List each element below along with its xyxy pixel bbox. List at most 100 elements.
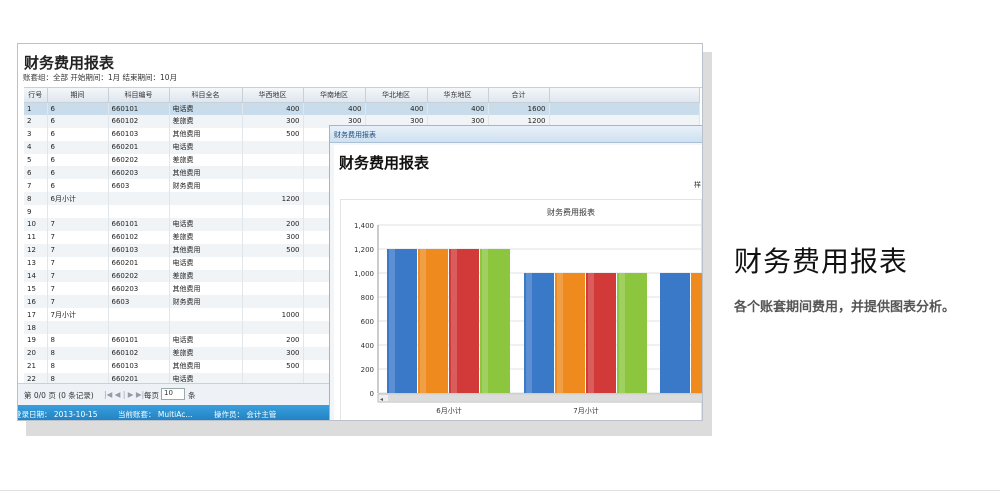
table-cell: 1	[24, 102, 48, 115]
table-cell	[242, 321, 304, 335]
chart-bar-highlight	[420, 249, 426, 393]
table-cell: 660102	[108, 346, 170, 360]
column-header[interactable]: 科目全名	[169, 88, 243, 103]
bottom-divider	[0, 490, 1000, 491]
table-cell: 300	[242, 230, 304, 244]
table-cell: 8	[47, 372, 109, 383]
chart-bar-highlight	[588, 273, 594, 393]
table-cell: 其他费用	[169, 127, 243, 141]
table-cell: 6	[47, 166, 109, 180]
table-cell: 660103	[108, 243, 170, 257]
table-cell: 12	[24, 243, 48, 257]
table-cell: 400	[303, 102, 366, 115]
table-cell: 7月小计	[47, 308, 109, 322]
y-tick-label: 1,400	[354, 222, 374, 230]
status-login-date: 登录日期： 2013-10-15	[17, 410, 98, 419]
table-cell: 6	[24, 166, 48, 180]
table-cell: 差旅费	[169, 346, 243, 360]
column-header[interactable]: 华西地区	[242, 88, 304, 103]
column-header[interactable]: 行号	[24, 88, 48, 103]
table-cell: 660203	[108, 282, 170, 296]
table-cell: 6	[47, 102, 109, 115]
table-cell: 其他费用	[169, 359, 243, 373]
chart-bar-highlight	[451, 249, 457, 393]
table-cell	[169, 205, 243, 219]
table-cell: 500	[242, 127, 304, 141]
table-row[interactable]: 1 6 660101 电话费 400 400 400 400 1600	[24, 102, 700, 115]
table-cell: 17	[24, 308, 48, 322]
column-header[interactable]: 华南地区	[303, 88, 366, 103]
table-cell: 11	[24, 230, 48, 244]
table-cell: 20	[24, 346, 48, 360]
table-cell: 300	[242, 114, 304, 128]
table-cell	[47, 205, 109, 219]
table-cell: 660103	[108, 127, 170, 141]
column-header[interactable]: 合计	[488, 88, 550, 103]
table-cell: 200	[242, 218, 304, 231]
table-cell: 6	[47, 179, 109, 193]
table-cell: 8	[24, 192, 48, 206]
table-cell: 电话费	[169, 334, 243, 347]
column-header[interactable]: 华东地区	[427, 88, 489, 103]
column-header[interactable]: 华北地区	[365, 88, 428, 103]
table-cell: 电话费	[169, 140, 243, 154]
per-page-label: 每页	[144, 391, 159, 400]
y-tick-label: 600	[361, 318, 374, 326]
table-cell	[108, 308, 170, 322]
pager-nav-buttons[interactable]: |◀ ◀ | ▶ ▶|	[104, 390, 144, 399]
table-cell: 9	[24, 205, 48, 219]
table-cell: 财务费用	[169, 295, 243, 309]
popup-title: 财务费用报表	[339, 154, 430, 172]
table-cell: 差旅费	[169, 153, 243, 167]
table-cell: 200	[242, 334, 304, 347]
promo-title: 财务费用报表	[734, 245, 909, 278]
chart-bar-clipped	[691, 273, 702, 393]
table-cell: 电话费	[169, 102, 243, 115]
table-cell: 8	[47, 346, 109, 360]
popup-titlebar[interactable]: 财务费用报表	[330, 126, 702, 143]
table-cell: 1600	[488, 102, 550, 115]
table-cell: 6	[47, 114, 109, 128]
table-cell: 660102	[108, 230, 170, 244]
table-cell	[169, 308, 243, 322]
per-page-input[interactable]: 10	[161, 388, 185, 400]
popup-truncated-text: 样	[694, 181, 701, 189]
table-cell: 7	[47, 282, 109, 296]
table-cell: 660201	[108, 372, 170, 383]
table-cell	[47, 321, 109, 335]
chart-panel: 财务费用报表 0 200 400 600 800 1,000 1,200 1,400 6月小计 7月…	[340, 199, 702, 420]
table-cell	[108, 192, 170, 206]
table-cell: 5	[24, 153, 48, 167]
table-cell	[169, 192, 243, 206]
table-cell: 500	[242, 359, 304, 373]
popup-body: 财务费用报表 样 财务费用报表 0 200 400 600 800 1,000 1,200 1,…	[334, 145, 702, 420]
chart-bar-clipped	[660, 273, 690, 393]
chart-bar-highlight	[557, 273, 563, 393]
report-subtitle: 账套组：全部 开始期间：1月 结束期间：10月	[23, 73, 178, 82]
bar-chart: 财务费用报表 0 200 400 600 800 1,000 1,200 1,400 6月小计 7月…	[354, 207, 702, 415]
chart-bar-highlight	[526, 273, 532, 393]
table-cell: 6	[47, 127, 109, 141]
table-cell: 6	[47, 153, 109, 167]
table-cell: 差旅费	[169, 114, 243, 128]
table-cell: 1000	[242, 308, 304, 322]
status-account: 当前账套： MultiAc...	[118, 410, 193, 419]
table-cell: 660102	[108, 114, 170, 128]
table-cell: 660101	[108, 334, 170, 347]
table-cell: 400	[242, 102, 304, 115]
table-cell: 21	[24, 359, 48, 373]
table-cell	[242, 295, 304, 309]
column-header[interactable]: 科目编号	[108, 88, 170, 103]
column-header-filler	[549, 88, 700, 103]
table-cell: 6603	[108, 295, 170, 309]
table-cell: 8	[47, 334, 109, 347]
table-cell: 660201	[108, 140, 170, 154]
column-header[interactable]: 期间	[47, 88, 109, 103]
table-cell: 400	[365, 102, 428, 115]
table-cell: 18	[24, 321, 48, 335]
table-cell	[242, 166, 304, 180]
table-cell: 14	[24, 269, 48, 283]
table-cell: 8	[47, 359, 109, 373]
report-window: 财务费用报表 账套组：全部 开始期间：1月 结束期间：10月 行号 期间 科目编号科…	[17, 43, 703, 421]
chart-bar-highlight	[482, 249, 488, 393]
